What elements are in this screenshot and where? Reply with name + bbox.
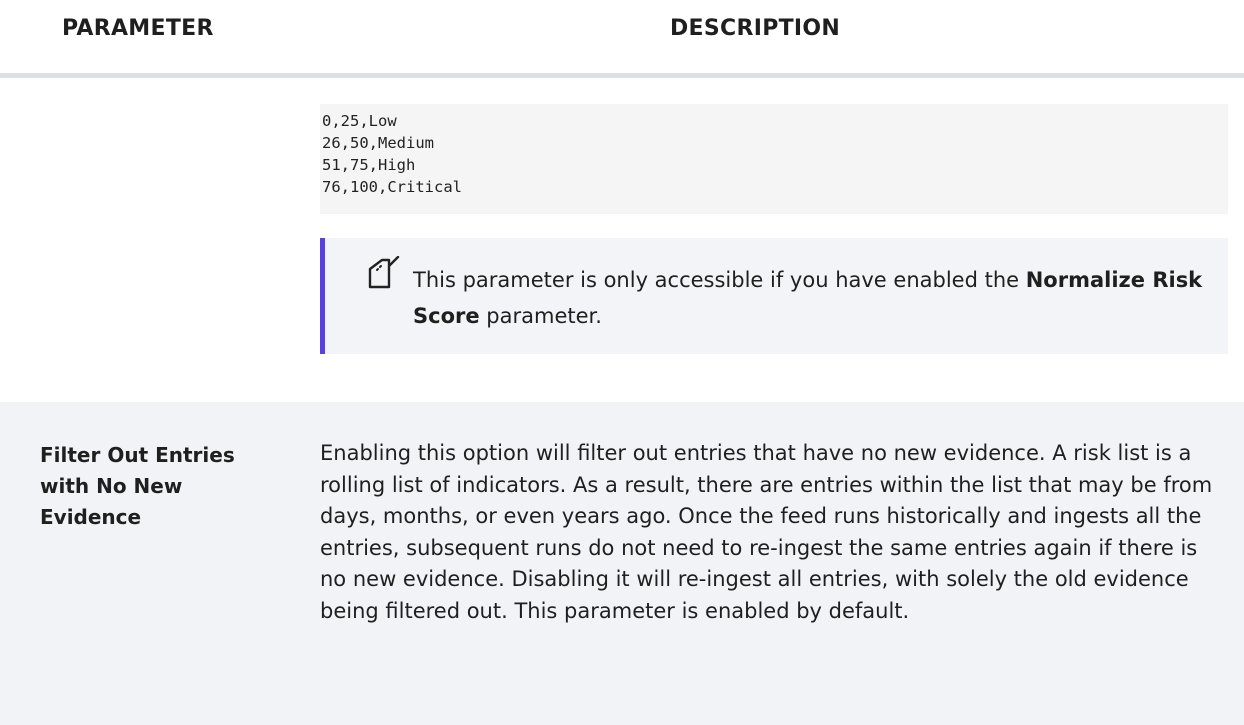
note-pencil-icon [368,256,400,289]
parameter-column-header: PARAMETER [62,16,214,41]
code-line: 0,25,Low [322,112,397,130]
note-text: This parameter is only accessible if you… [413,262,1213,334]
description-column-header: DESCRIPTION [670,16,841,41]
code-block: 0,25,Low 26,50,Medium 51,75,High 76,100,… [320,104,1228,214]
note-text-after: parameter. [479,304,602,328]
row-parameter-name: Filter Out Entries with No New Evidence [40,443,235,529]
code-line: 51,75,High [322,156,416,174]
code-line: 76,100,Critical [322,178,462,196]
note-callout: This parameter is only accessible if you… [320,238,1228,354]
code-line: 26,50,Medium [322,134,434,152]
table-row: Filter Out Entries with No New Evidence … [0,402,1244,725]
row-description: Enabling this option will filter out ent… [320,441,1213,623]
table-header: PARAMETER DESCRIPTION [0,0,1244,78]
note-text-before: This parameter is only accessible if you… [413,268,1026,292]
